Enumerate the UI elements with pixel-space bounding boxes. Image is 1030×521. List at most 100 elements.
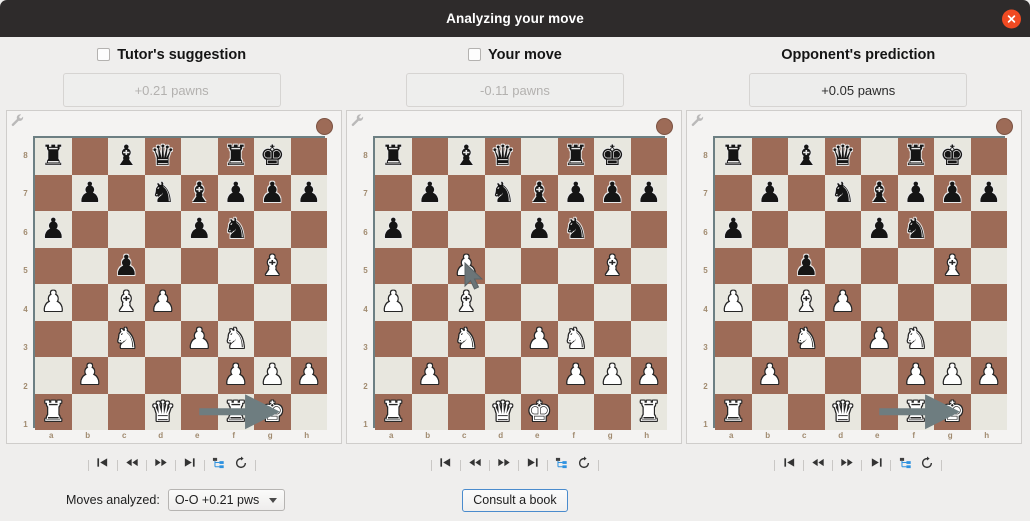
square-f8[interactable]: ♜ xyxy=(897,138,934,175)
square-a2[interactable] xyxy=(375,357,412,394)
piece-white-bishop[interactable]: ♝ xyxy=(794,288,819,316)
square-c6[interactable] xyxy=(788,211,825,248)
piece-white-pawn[interactable]: ♟ xyxy=(940,361,965,389)
square-f3[interactable]: ♞ xyxy=(897,320,934,357)
piece-white-pawn[interactable]: ♟ xyxy=(563,361,588,389)
piece-white-pawn[interactable]: ♟ xyxy=(757,361,782,389)
piece-black-bishop[interactable]: ♝ xyxy=(454,142,479,170)
piece-black-knight[interactable]: ♞ xyxy=(490,178,515,207)
square-h6[interactable] xyxy=(970,211,1007,248)
square-f2[interactable]: ♟ xyxy=(217,357,254,394)
square-h3[interactable] xyxy=(290,320,327,357)
square-g3[interactable] xyxy=(934,320,971,357)
square-f1[interactable] xyxy=(557,393,594,430)
square-h5[interactable] xyxy=(970,247,1007,284)
square-d3[interactable] xyxy=(484,320,521,357)
piece-white-rook[interactable]: ♜ xyxy=(381,397,406,426)
square-e2[interactable] xyxy=(521,357,558,394)
square-f8[interactable]: ♜ xyxy=(217,138,254,175)
piece-white-pawn[interactable]: ♟ xyxy=(454,251,479,280)
piece-white-king[interactable]: ♚ xyxy=(527,397,552,426)
square-f3[interactable]: ♞ xyxy=(557,320,594,357)
square-e3[interactable]: ♟ xyxy=(521,320,558,357)
square-b6[interactable] xyxy=(411,211,448,248)
square-e4[interactable] xyxy=(861,284,898,321)
last-move-button[interactable] xyxy=(865,454,887,476)
square-h6[interactable] xyxy=(290,211,327,248)
piece-black-rook[interactable]: ♜ xyxy=(721,142,746,170)
square-b1[interactable] xyxy=(411,393,448,430)
forward-button[interactable] xyxy=(150,454,172,476)
piece-white-pawn[interactable]: ♟ xyxy=(527,324,552,353)
opponent-prediction-board[interactable]: 8 7 6 5 4 3 2 1 ♜ ♝ ♛ ♜ ♚ ♟ ♞ ♝ ♟ ♟ ♟ ♟ ♟ ♞ ♟ ♝ ♟ ♝ ♟ ♞ ♟ ♞ ♟ ♟ ♟ ♟ ♜ ♛ ♜ ♚ a b… xyxy=(686,110,1022,444)
square-f5[interactable] xyxy=(557,247,594,284)
square-c7[interactable] xyxy=(788,174,825,211)
piece-white-pawn[interactable]: ♟ xyxy=(830,288,855,316)
piece-white-rook[interactable]: ♜ xyxy=(636,397,661,426)
piece-black-pawn[interactable]: ♟ xyxy=(867,215,892,243)
square-b2[interactable]: ♟ xyxy=(411,357,448,394)
square-c1[interactable] xyxy=(788,393,825,430)
last-move-button[interactable] xyxy=(179,454,201,476)
wrench-icon[interactable] xyxy=(690,113,705,133)
square-g6[interactable] xyxy=(934,211,971,248)
square-f8[interactable]: ♜ xyxy=(557,138,594,175)
refresh-button[interactable] xyxy=(916,454,938,476)
tutor-suggestion-board[interactable]: 8 7 6 5 4 3 2 1 ♜ ♝ ♛ ♜ ♚ ♟ ♞ ♝ ♟ ♟ ♟ ♟ ♟ ♞ ♟ ♝ ♟ ♝ ♟ ♞ ♟ ♞ ♟ ♟ ♟ ♟ ♜ ♛ ♜ ♚ a b… xyxy=(6,110,342,444)
square-h8[interactable] xyxy=(630,138,667,175)
square-f3[interactable]: ♞ xyxy=(217,320,254,357)
square-d8[interactable]: ♛ xyxy=(484,138,521,175)
square-b1[interactable] xyxy=(71,393,108,430)
square-a3[interactable] xyxy=(35,320,72,357)
piece-black-pawn[interactable]: ♟ xyxy=(381,215,406,243)
square-c8[interactable]: ♝ xyxy=(108,138,145,175)
square-d2[interactable] xyxy=(484,357,521,394)
close-icon[interactable] xyxy=(1002,9,1021,28)
piece-white-bishop[interactable]: ♝ xyxy=(454,288,479,316)
square-c8[interactable]: ♝ xyxy=(448,138,485,175)
rewind-button[interactable] xyxy=(807,454,829,476)
piece-white-rook[interactable]: ♜ xyxy=(903,397,928,426)
piece-black-bishop[interactable]: ♝ xyxy=(187,178,212,207)
piece-white-queen[interactable]: ♛ xyxy=(830,397,855,426)
wrench-icon[interactable] xyxy=(10,113,25,133)
piece-black-pawn[interactable]: ♟ xyxy=(296,178,321,207)
piece-white-rook[interactable]: ♜ xyxy=(223,397,248,426)
square-c2[interactable] xyxy=(108,357,145,394)
square-a7[interactable] xyxy=(375,174,412,211)
square-h2[interactable]: ♟ xyxy=(290,357,327,394)
square-e2[interactable] xyxy=(861,357,898,394)
piece-black-pawn[interactable]: ♟ xyxy=(563,178,588,207)
piece-white-pawn[interactable]: ♟ xyxy=(223,361,248,389)
square-a4[interactable]: ♟ xyxy=(35,284,72,321)
piece-white-pawn[interactable]: ♟ xyxy=(903,361,928,389)
square-f2[interactable]: ♟ xyxy=(897,357,934,394)
square-g6[interactable] xyxy=(594,211,631,248)
square-d7[interactable]: ♞ xyxy=(824,174,861,211)
square-h5[interactable] xyxy=(290,247,327,284)
square-e5[interactable] xyxy=(861,247,898,284)
piece-black-rook[interactable]: ♜ xyxy=(563,142,588,170)
square-g4[interactable] xyxy=(594,284,631,321)
piece-white-pawn[interactable]: ♟ xyxy=(636,361,661,389)
square-h6[interactable] xyxy=(630,211,667,248)
square-a8[interactable]: ♜ xyxy=(35,138,72,175)
square-c4[interactable]: ♝ xyxy=(108,284,145,321)
square-g1[interactable]: ♚ xyxy=(934,393,971,430)
square-e7[interactable]: ♝ xyxy=(181,174,218,211)
square-h1[interactable] xyxy=(970,393,1007,430)
square-a2[interactable] xyxy=(715,357,752,394)
chessboard[interactable]: ♜ ♝ ♛ ♜ ♚ ♟ ♞ ♝ ♟ ♟ ♟ ♟ ♟ ♞ ♟ ♝ ♟ ♝ ♟ ♞ ♟ ♞ ♟ ♟ ♟ ♟ ♜ ♛ ♜ ♚ xyxy=(713,136,1007,430)
square-h3[interactable] xyxy=(630,320,667,357)
square-f7[interactable]: ♟ xyxy=(217,174,254,211)
square-h7[interactable]: ♟ xyxy=(290,174,327,211)
refresh-button[interactable] xyxy=(230,454,252,476)
square-e1[interactable] xyxy=(861,393,898,430)
piece-black-pawn[interactable]: ♟ xyxy=(757,178,782,207)
piece-white-bishop[interactable]: ♝ xyxy=(260,251,285,280)
square-d1[interactable]: ♛ xyxy=(824,393,861,430)
square-f5[interactable] xyxy=(217,247,254,284)
square-b3[interactable] xyxy=(71,320,108,357)
piece-black-pawn[interactable]: ♟ xyxy=(600,178,625,207)
square-b5[interactable] xyxy=(751,247,788,284)
